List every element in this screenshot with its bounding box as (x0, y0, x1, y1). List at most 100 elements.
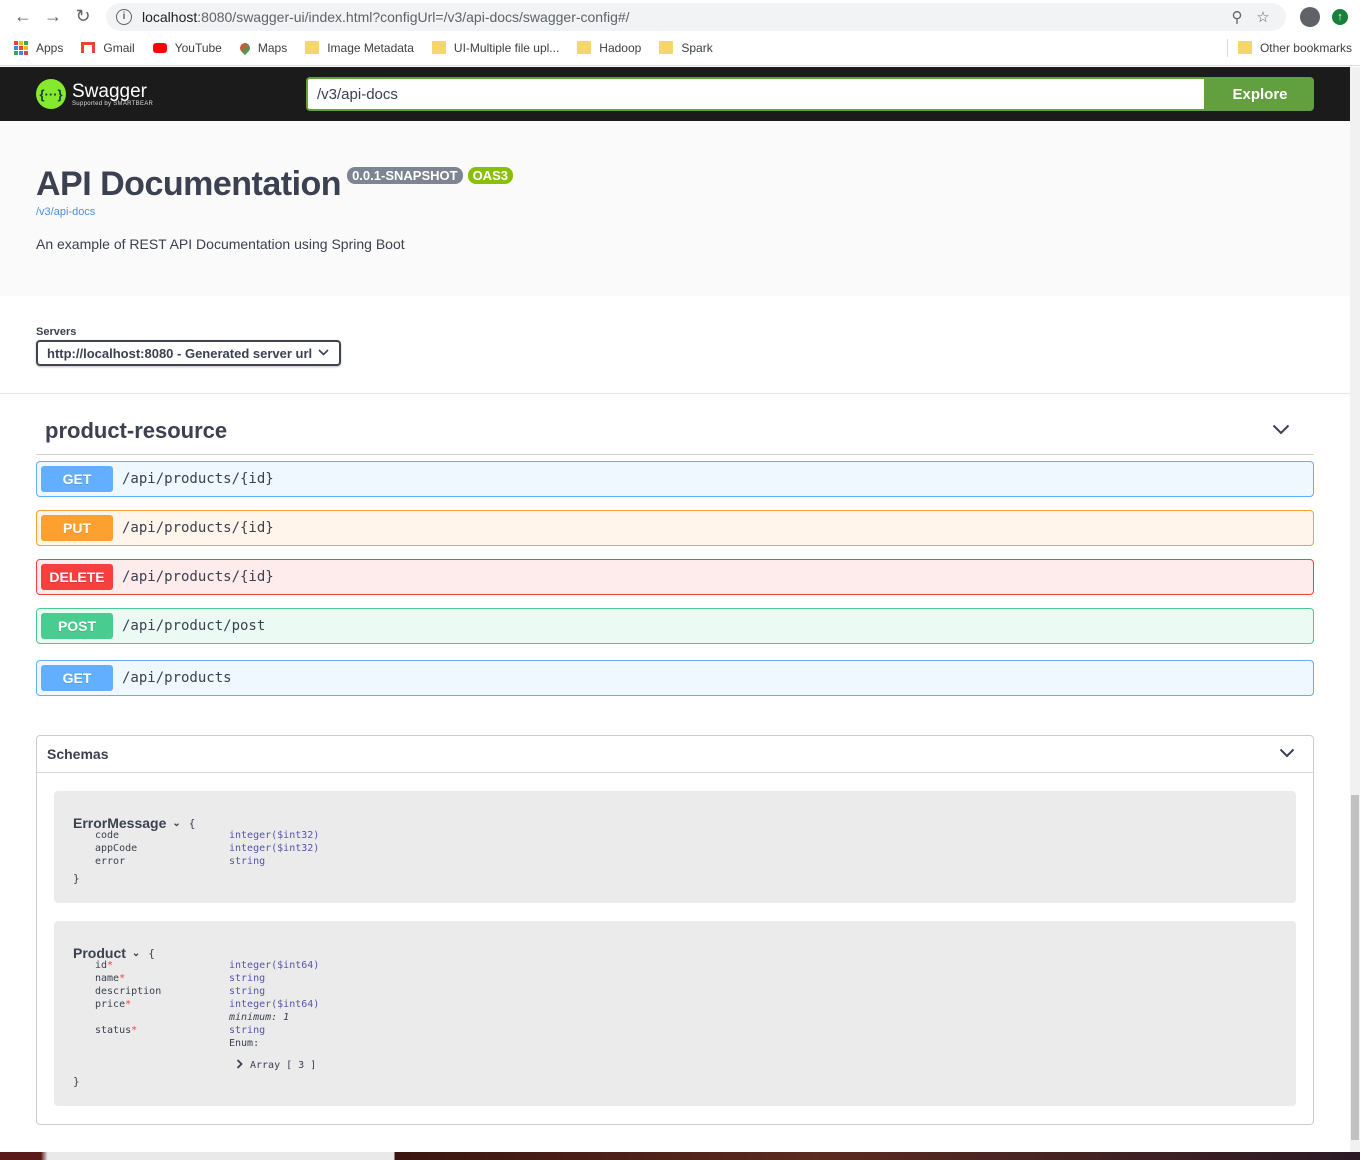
operation-delete[interactable]: DELETE/api/products/{id} (36, 559, 1314, 595)
bookmark-image-metadata[interactable]: Image Metadata (305, 41, 414, 55)
maps-icon (237, 40, 252, 55)
folder-icon (1237, 41, 1252, 54)
bookmark-label: Spark (681, 40, 713, 55)
chevron-down-icon[interactable]: ⌄ (132, 948, 140, 959)
model-name[interactable]: Product ⌄ { (73, 945, 155, 961)
api-description: An example of REST API Documentation usi… (36, 236, 405, 252)
bookmark-label: Apps (36, 40, 64, 55)
schemas-section: Schemas ErrorMessage ⌄ { code integer($i… (36, 735, 1314, 1125)
folder-icon (659, 41, 674, 54)
scrollbar-thumb[interactable] (1351, 795, 1359, 1140)
model-error-message: ErrorMessage ⌄ { code integer($int32) ap… (54, 791, 1296, 903)
operation-path: /api/products/{id} (122, 471, 274, 487)
operation-path: /api/products (122, 670, 232, 686)
logo-subtitle: Supported by SMARTBEAR (72, 100, 154, 107)
servers-select[interactable]: http://localhost:8080 - Generated server… (36, 340, 341, 366)
bookmarks-bar: Apps Gmail YouTube Maps Image Metadata UI-Mul… (0, 33, 1360, 62)
back-icon[interactable]: ← (8, 2, 38, 32)
zoom-icon[interactable]: ⚲ (1224, 8, 1250, 26)
prop-name: name* (95, 973, 126, 984)
forward-icon[interactable]: → (38, 2, 68, 32)
other-bookmarks-label: Other bookmarks (1259, 40, 1352, 55)
operation-post[interactable]: POST/api/product/post (36, 608, 1314, 644)
other-bookmarks[interactable]: Other bookmarks (1226, 38, 1352, 57)
swagger-topbar: {···} Swagger Supported by SMARTBEAR /v3… (0, 67, 1350, 121)
explore-url-input[interactable]: /v3/api-docs (306, 77, 1206, 111)
servers-section: Servers http://localhost:8080 - Generate… (0, 296, 1350, 394)
close-brace: } (73, 1075, 80, 1088)
folder-icon (305, 41, 320, 54)
version-badge: 0.0.1-SNAPSHOT (347, 167, 463, 184)
operation-path: /api/products/{id} (122, 569, 274, 585)
bookmark-ui-multiple-file-upl[interactable]: UI-Multiple file upl... (431, 41, 559, 55)
operation-put[interactable]: PUT/api/products/{id} (36, 510, 1314, 546)
logo-title: Swagger (72, 80, 147, 102)
prop-type: string (229, 1025, 266, 1036)
url-host: localhost (142, 8, 198, 25)
prop-name: appCode (95, 843, 138, 854)
swagger-logo[interactable]: {···} Swagger Supported by SMARTBEAR (36, 79, 306, 109)
bookmark-youtube[interactable]: YouTube (152, 41, 222, 55)
model-title: ErrorMessage (73, 815, 167, 831)
api-title: API Documentation (36, 165, 342, 203)
prop-name: id* (95, 960, 114, 971)
chevron-down-icon[interactable]: ⌄ (172, 818, 180, 829)
update-icon[interactable]: ↑ (1332, 8, 1348, 25)
chevron-down-icon[interactable] (1272, 422, 1290, 440)
method-badge: GET (41, 665, 113, 691)
profile-avatar-icon[interactable] (1300, 6, 1320, 27)
chevron-down-icon (318, 347, 329, 359)
close-brace: } (73, 872, 80, 885)
open-brace: { (188, 816, 196, 830)
prop-name: price* (95, 999, 132, 1010)
prop-type: integer($int64) (229, 999, 320, 1010)
api-docs-link[interactable]: /v3/api-docs (36, 206, 95, 218)
schemas-header[interactable]: Schemas (37, 736, 1313, 773)
swagger-logo-icon: {···} (36, 79, 66, 109)
chevron-right-icon[interactable] (236, 1059, 243, 1072)
bookmark-spark[interactable]: Spark (659, 40, 713, 55)
model-name[interactable]: ErrorMessage ⌄ { (73, 815, 195, 831)
reload-icon[interactable]: ↻ (68, 2, 98, 32)
servers-label: Servers (36, 326, 77, 338)
prop-type: string (229, 856, 266, 867)
enum-array-label: Array [ 3 ] (250, 1060, 317, 1071)
site-info-icon[interactable]: i (116, 8, 132, 25)
enum-array-toggle[interactable]: Array [ 3 ] (236, 1059, 316, 1072)
bookmarks-divider (1226, 38, 1228, 57)
prop-type: string (229, 986, 266, 997)
browser-navbar: ← → ↻ i localhost:8080/swagger-ui/index.… (0, 0, 1360, 33)
bookmark-label: Gmail (103, 40, 135, 55)
prop-name: error (95, 856, 126, 867)
bookmark-label: Hadoop (599, 40, 642, 55)
bookmark-gmail[interactable]: Gmail (81, 40, 135, 55)
method-badge: DELETE (41, 564, 113, 590)
bookmark-apps[interactable]: Apps (14, 40, 64, 55)
explore-form: /v3/api-docs Explore (306, 77, 1314, 111)
bookmark-star-icon[interactable]: ☆ (1250, 8, 1276, 26)
operation-path: /api/product/post (122, 618, 266, 634)
chevron-down-icon[interactable] (1279, 745, 1295, 763)
model-title: Product (73, 945, 126, 961)
prop-type: integer($int64) (229, 960, 320, 971)
folder-icon (577, 41, 592, 54)
gmail-icon (81, 42, 96, 53)
address-url[interactable]: localhost:8080/swagger-ui/index.html?con… (142, 9, 1224, 25)
bookmark-label: Image Metadata (327, 40, 414, 55)
prop-type: integer($int32) (229, 843, 320, 854)
servers-selected-value: http://localhost:8080 - Generated server… (47, 345, 313, 361)
bookmark-maps[interactable]: Maps (237, 40, 287, 55)
operations-section: product-resource GET/api/products/{id} PU… (36, 394, 1314, 696)
tag-header[interactable]: product-resource (36, 394, 1314, 455)
bookmark-hadoop[interactable]: Hadoop (577, 41, 641, 55)
prop-name: description (95, 986, 162, 997)
operation-get[interactable]: GET/api/products/{id} (36, 461, 1314, 497)
prop-enum-label: Enum: (229, 1038, 260, 1049)
prop-name: code (95, 830, 120, 841)
operation-get[interactable]: GET/api/products (36, 660, 1314, 696)
explore-button[interactable]: Explore (1206, 77, 1314, 111)
oas-badge: OAS3 (467, 167, 513, 184)
prop-name: status* (95, 1025, 138, 1036)
address-bar[interactable]: i localhost:8080/swagger-ui/index.html?c… (106, 2, 1286, 31)
api-info: API Documentation 0.0.1-SNAPSHOT OAS3 /v… (0, 121, 1350, 296)
